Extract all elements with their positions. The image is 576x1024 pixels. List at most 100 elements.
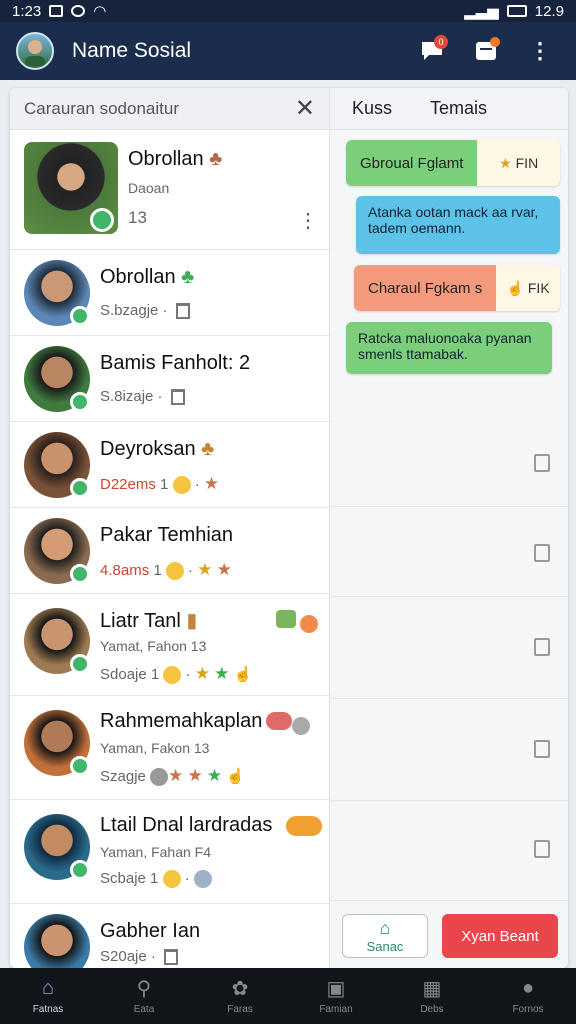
- emoji-icon: [163, 666, 182, 685]
- online-indicator: [90, 208, 114, 232]
- search-input[interactable]: Carauran sodonaitur: [24, 99, 179, 119]
- nav-search[interactable]: ⚲ Eata: [96, 968, 192, 1024]
- chat-badge: 0: [434, 35, 448, 49]
- groups-icon: ✿: [231, 978, 249, 1000]
- message-label: Charaul Fgkam s: [354, 265, 497, 311]
- contact-subtitle: S.8izaje ·: [100, 388, 185, 406]
- chat-notifications-button[interactable]: 0: [412, 31, 452, 71]
- checkbox[interactable]: [534, 840, 550, 858]
- search-bar[interactable]: Carauran sodonaitur ✕: [10, 88, 329, 130]
- more-vertical-icon: ⋮: [529, 38, 551, 63]
- contact-name: Obrollan ♣: [100, 266, 195, 288]
- message-bubble[interactable]: Ratcka maluonoaka pyanan smenls ttamabak…: [346, 322, 552, 374]
- star-icon: ★: [206, 766, 223, 785]
- contact-list-pane: Carauran sodonaitur ✕ Obrollan ♣ Daoan 1…: [10, 88, 330, 968]
- nav-home[interactable]: ⌂ Fatnas: [0, 968, 96, 1024]
- save-button[interactable]: ⌂ Sanac: [342, 914, 428, 958]
- main-panel: Carauran sodonaitur ✕ Obrollan ♣ Daoan 1…: [10, 88, 568, 968]
- nav-calendar[interactable]: ▣ Famian: [288, 968, 384, 1024]
- contact-subtitle: D22ems 1 · ★: [100, 474, 220, 495]
- emoji-icon: [172, 476, 191, 495]
- battery-icon: [506, 5, 527, 17]
- more-vertical-icon[interactable]: ⋮: [298, 208, 318, 233]
- contact-row[interactable]: Ltail Dnal lardradas Yaman, Fahan F4 Scb…: [10, 800, 330, 904]
- more-options-button[interactable]: ⋮: [520, 31, 560, 71]
- contact-status: Szagje ★ ★ ★ ☝: [100, 766, 245, 787]
- checkbox[interactable]: [534, 638, 550, 656]
- contact-subtitle: Daoan: [128, 180, 170, 196]
- online-indicator: [70, 478, 90, 498]
- contact-subtitle: Yaman, Fakon 13: [100, 740, 210, 756]
- message-action: ★ FIN: [477, 140, 560, 186]
- contact-subtitle: S.bzagje ·: [100, 302, 190, 320]
- nav-grid[interactable]: ▦ Debs: [384, 968, 480, 1024]
- app-bar: Name Sosial 0 ⋮: [0, 22, 576, 80]
- contact-row[interactable]: Bamis Fanholt: 2 S.8izaje ·: [10, 336, 330, 422]
- messages-dot: [490, 37, 500, 47]
- tab-temais[interactable]: Temais: [430, 98, 487, 119]
- emoji-icon: [150, 768, 169, 787]
- contact-row[interactable]: Pakar Temhian 4.8ams 1 · ★ ★: [10, 508, 330, 594]
- nav-profile[interactable]: ● Fornos: [480, 968, 576, 1024]
- message-bubble[interactable]: Charaul Fgkam s ☝ FIK: [354, 265, 560, 311]
- contact-name: Ltail Dnal lardradas: [100, 814, 273, 836]
- reaction-icons: [266, 712, 310, 735]
- nav-grid-label: Debs: [420, 1003, 444, 1015]
- contact-name: Deyroksan ♣: [100, 438, 215, 460]
- star-icon: ★: [214, 664, 230, 683]
- checkbox[interactable]: [534, 740, 550, 758]
- divider: [330, 596, 568, 597]
- message-text: Atanka ootan mack aa rvar, tadem oemann.: [368, 204, 539, 236]
- profile-avatar-image: [25, 40, 45, 66]
- online-indicator: [70, 564, 90, 584]
- close-icon[interactable]: ✕: [295, 94, 315, 123]
- emoji-icon: [162, 870, 181, 889]
- contact-count: 13: [128, 208, 147, 227]
- profile-avatar[interactable]: [16, 32, 54, 70]
- message-text: Ratcka maluonoaka pyanan smenls ttamabak…: [358, 330, 532, 362]
- nav-search-label: Eata: [133, 1003, 155, 1015]
- hand-icon: ☝: [233, 666, 253, 683]
- contact-row[interactable]: Rahmemahkaplan Yaman, Fakon 13 Szagje ★ …: [10, 696, 330, 800]
- contact-subtitle: Yaman, Fahan F4: [100, 844, 212, 860]
- contact-subtitle: 4.8ams 1 · ★ ★: [100, 560, 232, 581]
- checkbox[interactable]: [534, 544, 550, 562]
- profile-icon: ●: [521, 977, 535, 999]
- divider: [330, 506, 568, 507]
- contact-subtitle: S20aje ·: [100, 948, 179, 966]
- contact-status: Scbaje 1 ·: [100, 870, 212, 889]
- danger-button[interactable]: Xyan Beant: [442, 914, 558, 958]
- message-label: Gbroual Fglamt: [346, 140, 478, 186]
- contact-row[interactable]: Obrollan ♣ Daoan 13 ⋮: [10, 130, 330, 250]
- conversation-pane: Kuss Temais Gbroual Fglamt ★ FIN Atanka …: [330, 88, 568, 968]
- contact-row[interactable]: Liatr Tanl ▮ Yamat, Fahon 13 Sdoaje 1 · …: [10, 594, 330, 696]
- online-indicator: [70, 756, 90, 776]
- divider: [330, 800, 568, 801]
- nav-groups-label: Faras: [227, 1003, 253, 1015]
- status-battery: 12.9: [534, 2, 564, 20]
- checkbox[interactable]: [534, 454, 550, 472]
- trash-icon[interactable]: [170, 389, 185, 406]
- home-icon: ⌂: [41, 977, 55, 999]
- tab-kuss[interactable]: Kuss: [352, 98, 392, 119]
- contact-name: Liatr Tanl ▮: [100, 610, 198, 632]
- trash-icon[interactable]: [175, 303, 190, 320]
- contact-row[interactable]: Gabher Ian S20aje ·: [10, 904, 330, 968]
- bottom-nav: ⌂ Fatnas ⚲ Eata ✿ Faras ▣ Famian ▦ Debs ● Forn…: [0, 968, 576, 1024]
- contact-name: Gabher Ian: [100, 920, 201, 942]
- contact-avatar: [24, 914, 90, 968]
- notification-icon: [71, 5, 86, 17]
- save-icon: ⌂: [379, 918, 391, 938]
- message-bubble[interactable]: Atanka ootan mack aa rvar, tadem oemann.: [356, 196, 560, 254]
- contact-row[interactable]: Obrollan ♣ S.bzagje ·: [10, 250, 330, 336]
- star-icon: ★: [168, 766, 184, 785]
- message-bubble[interactable]: Gbroual Fglamt ★ FIN: [346, 140, 560, 186]
- contact-row[interactable]: Deyroksan ♣ D22ems 1 · ★: [10, 422, 330, 508]
- nav-calendar-label: Famian: [319, 1003, 353, 1015]
- star-icon: ★: [203, 474, 220, 493]
- nav-groups[interactable]: ✿ Faras: [192, 968, 288, 1024]
- contact-subtitle: Yamat, Fahon 13: [100, 638, 207, 654]
- trash-icon[interactable]: [164, 949, 179, 966]
- messages-button[interactable]: [466, 31, 506, 71]
- star-icon: ★: [194, 664, 210, 683]
